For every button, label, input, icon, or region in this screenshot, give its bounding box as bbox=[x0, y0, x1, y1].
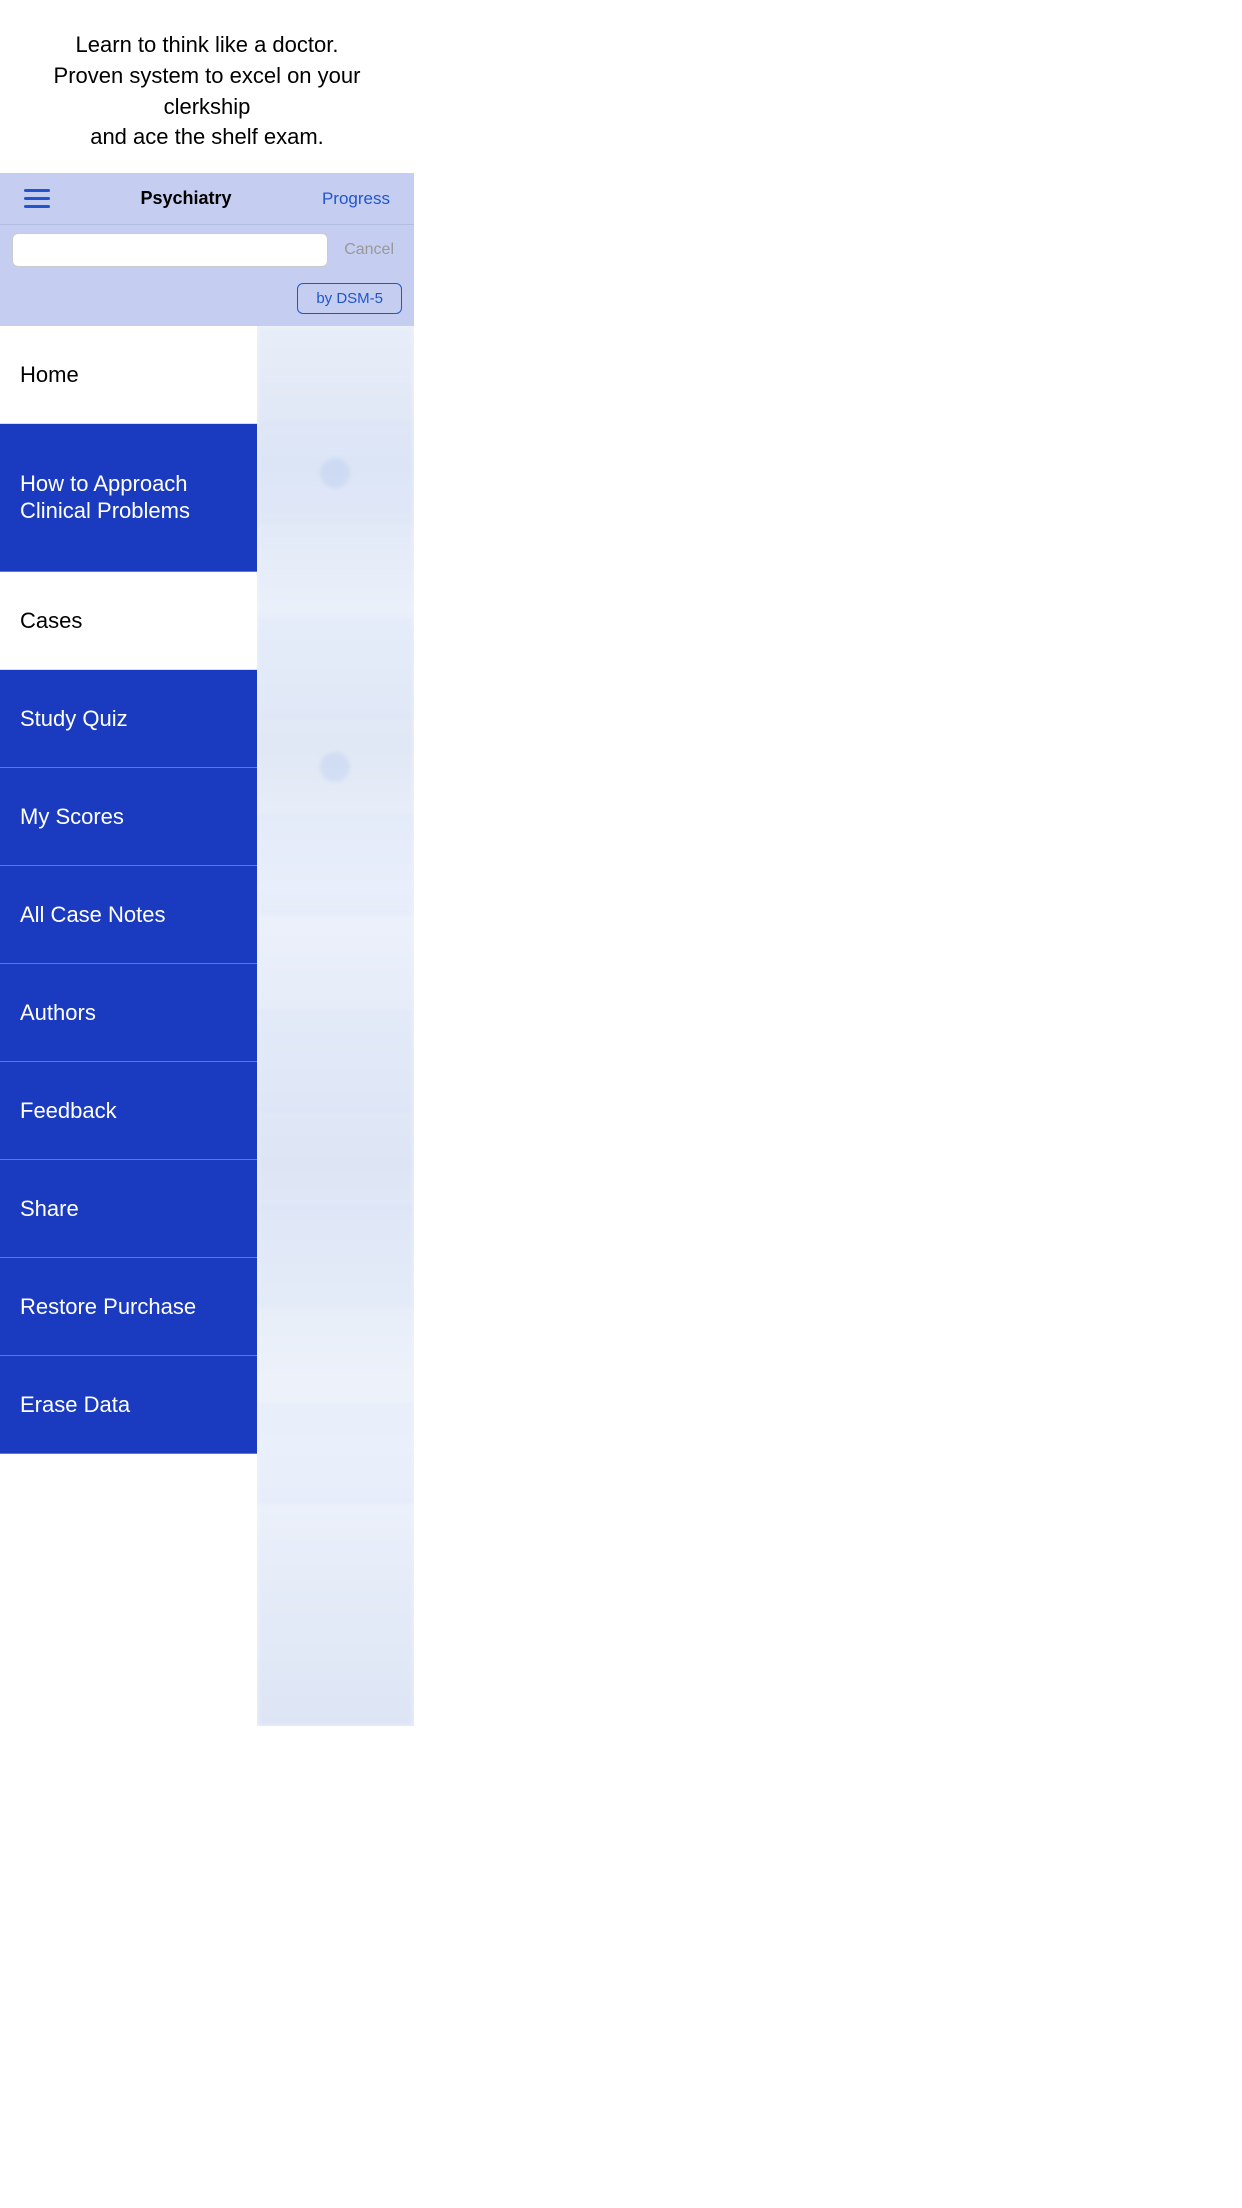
menu-item-study-quiz[interactable]: Study Quiz bbox=[0, 670, 257, 768]
hamburger-menu-button[interactable] bbox=[16, 181, 58, 216]
hero-line2: Proven system to excel on your clerkship bbox=[54, 63, 361, 119]
blurred-row-3 bbox=[257, 522, 414, 620]
menu-item-all-case-notes-label: All Case Notes bbox=[20, 902, 166, 928]
navbar-title: Psychiatry bbox=[58, 188, 314, 209]
blurred-row-12 bbox=[257, 1404, 414, 1502]
menu-item-study-quiz-label: Study Quiz bbox=[20, 706, 128, 732]
blurred-dot-1 bbox=[320, 458, 350, 488]
menu-item-restore-purchase-label: Restore Purchase bbox=[20, 1294, 196, 1320]
dsm-toggle-row: by DSM-5 bbox=[0, 275, 414, 326]
main-layout: Home How to ApproachClinical Problems Ca… bbox=[0, 326, 414, 1726]
blurred-row-5 bbox=[257, 718, 414, 816]
blurred-row-8 bbox=[257, 1012, 414, 1110]
hamburger-line-1 bbox=[24, 189, 50, 192]
menu-item-share[interactable]: Share bbox=[0, 1160, 257, 1258]
menu-item-authors[interactable]: Authors bbox=[0, 964, 257, 1062]
menu-item-erase-data-label: Erase Data bbox=[20, 1392, 130, 1418]
search-row: Cancel bbox=[0, 225, 414, 275]
hero-line3: and ace the shelf exam. bbox=[90, 124, 324, 149]
menu-item-home[interactable]: Home bbox=[0, 326, 257, 424]
blurred-row-10 bbox=[257, 1208, 414, 1306]
dsm5-toggle-button[interactable]: by DSM-5 bbox=[297, 283, 402, 314]
menu-panel: Home How to ApproachClinical Problems Ca… bbox=[0, 326, 257, 1726]
cancel-button[interactable]: Cancel bbox=[336, 237, 402, 263]
menu-item-all-case-notes[interactable]: All Case Notes bbox=[0, 866, 257, 964]
content-panel bbox=[257, 326, 414, 1726]
blurred-row-1 bbox=[257, 326, 414, 424]
blurred-row-9 bbox=[257, 1110, 414, 1208]
menu-item-restore-purchase[interactable]: Restore Purchase bbox=[0, 1258, 257, 1356]
hamburger-line-3 bbox=[24, 205, 50, 208]
hero-line1: Learn to think like a doctor. bbox=[76, 32, 339, 57]
blurred-row-11 bbox=[257, 1306, 414, 1404]
menu-item-home-label: Home bbox=[20, 362, 79, 388]
hero-section: Learn to think like a doctor. Proven sys… bbox=[0, 0, 414, 173]
blurred-row-2 bbox=[257, 424, 414, 522]
menu-item-my-scores-label: My Scores bbox=[20, 804, 124, 830]
menu-item-feedback[interactable]: Feedback bbox=[0, 1062, 257, 1160]
progress-button[interactable]: Progress bbox=[314, 181, 398, 217]
hamburger-line-2 bbox=[24, 197, 50, 200]
menu-item-feedback-label: Feedback bbox=[20, 1098, 117, 1124]
blurred-row-4 bbox=[257, 620, 414, 718]
navbar: Psychiatry Progress bbox=[0, 173, 414, 225]
menu-item-how-to-approach[interactable]: How to ApproachClinical Problems bbox=[0, 424, 257, 572]
search-input[interactable] bbox=[12, 233, 328, 267]
menu-item-erase-data[interactable]: Erase Data bbox=[0, 1356, 257, 1454]
blurred-dot-2 bbox=[320, 752, 350, 782]
menu-item-authors-label: Authors bbox=[20, 1000, 96, 1026]
menu-item-cases[interactable]: Cases bbox=[0, 572, 257, 670]
menu-item-share-label: Share bbox=[20, 1196, 79, 1222]
blurred-row-6 bbox=[257, 816, 414, 914]
menu-item-how-to-approach-label: How to ApproachClinical Problems bbox=[20, 471, 190, 524]
blurred-background bbox=[257, 326, 414, 1726]
blurred-row-7 bbox=[257, 914, 414, 1012]
menu-item-my-scores[interactable]: My Scores bbox=[0, 768, 257, 866]
menu-item-cases-label: Cases bbox=[20, 608, 82, 634]
